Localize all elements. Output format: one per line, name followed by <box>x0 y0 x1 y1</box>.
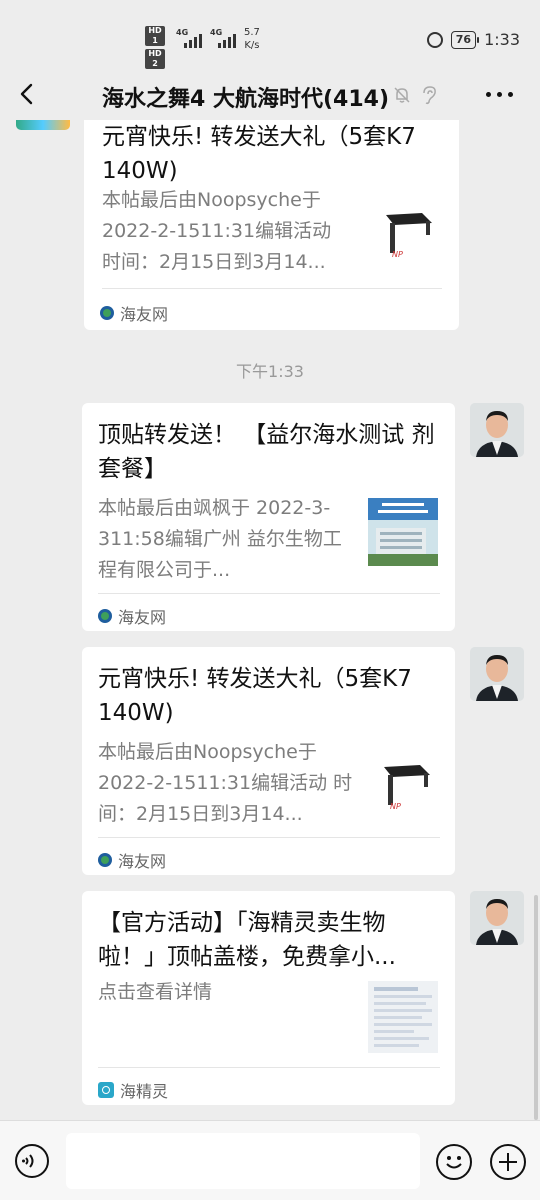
lamp-image: NP <box>384 765 430 811</box>
message-title: 【官方活动】「海精灵卖生物 啦！」顶帖盖楼，免费拿小... <box>98 910 396 970</box>
message-desc: 本帖最后由Noopsyche于 2022-2-1511:31编辑活动 时间：2月… <box>98 741 353 825</box>
source-label: 海友网 <box>120 305 169 324</box>
signal-indicators: 4G 4G <box>176 28 238 48</box>
avatar[interactable] <box>470 891 524 945</box>
svg-text:NP: NP <box>390 802 401 811</box>
haijingling-logo-icon <box>98 1082 114 1098</box>
title-bar: 海水之舞4 大航海时代(414) <box>0 70 540 120</box>
message-source: 海友网 <box>100 301 168 325</box>
emoji-icon[interactable] <box>436 1144 472 1180</box>
ear-icon <box>423 86 436 105</box>
svg-text:NP: NP <box>392 250 403 259</box>
lamp-image: NP <box>386 213 432 259</box>
battery-level: 76 <box>455 32 472 46</box>
source-label: 海精灵 <box>120 1082 169 1101</box>
back-icon[interactable] <box>14 80 42 108</box>
signal-icon: 4G <box>176 28 204 48</box>
haiyou-logo-icon <box>100 306 114 320</box>
message-desc: 点击查看详情 <box>98 981 213 1003</box>
building-image <box>368 498 438 566</box>
hd-indicator: HD 1 HD 2 <box>145 26 165 72</box>
alarm-icon <box>426 31 443 48</box>
message-card[interactable]: 【官方活动】「海精灵卖生物 啦！」顶帖盖楼，免费拿小... 点击查看详情 海精灵 <box>82 891 455 1105</box>
status-bar: HD 1 HD 2 4G 4G 5.7 K/s 76 1:33 <box>0 0 540 70</box>
avatar[interactable] <box>470 647 524 701</box>
message-card[interactable]: 元宵快乐! 转发送大礼（5套K7 140W) 本帖最后由Noopsyche于 2… <box>84 120 459 330</box>
source-label: 海友网 <box>118 608 167 627</box>
hd2-label: HD 2 <box>145 49 165 69</box>
avatar[interactable] <box>16 120 70 130</box>
plus-icon[interactable] <box>490 1144 526 1180</box>
chat-area[interactable]: 元宵快乐! 转发送大礼（5套K7 140W) 本帖最后由Noopsyche于 2… <box>0 120 540 1120</box>
voice-icon[interactable] <box>15 1144 49 1178</box>
source-label: 海友网 <box>118 852 167 871</box>
timestamp: 下午1:33 <box>236 362 304 381</box>
haiyou-logo-icon <box>98 609 112 623</box>
scrollbar[interactable] <box>534 895 538 1120</box>
message-title: 元宵快乐! 转发送大礼（5套K7 140W) <box>102 124 416 184</box>
chat-title: 海水之舞4 大航海时代(414) <box>102 87 389 112</box>
message-desc: 本帖最后由飒枫于 2022-3-311:58编辑广州 益尔生物工程有限公司于..… <box>98 497 342 581</box>
message-source: 海精灵 <box>98 1078 168 1102</box>
message-card[interactable]: 元宵快乐! 转发送大礼（5套K7 140W) 本帖最后由Noopsyche于 2… <box>82 647 455 875</box>
battery-icon: 76 <box>450 30 480 49</box>
mute-icon <box>394 87 410 103</box>
hd1-label: HD 1 <box>145 26 165 46</box>
message-source: 海友网 <box>98 848 166 872</box>
speed-value: 5.7 <box>244 27 260 38</box>
message-source: 海友网 <box>98 604 166 628</box>
input-bar <box>0 1120 540 1200</box>
message-desc: 本帖最后由Noopsyche于 2022-2-1511:31编辑活动 时间：2月… <box>102 189 332 273</box>
signal-icon: 4G <box>210 28 238 48</box>
network-speed: 5.7 K/s <box>244 26 260 52</box>
message-input[interactable] <box>66 1133 420 1189</box>
clock: 1:33 <box>484 30 520 49</box>
speed-unit: K/s <box>244 40 260 51</box>
message-card[interactable]: 顶贴转发送！ 【益尔海水测试 剂套餐】 本帖最后由飒枫于 2022-3-311:… <box>82 403 455 631</box>
message-title: 元宵快乐! 转发送大礼（5套K7 140W) <box>98 666 412 726</box>
haiyou-logo-icon <box>98 853 112 867</box>
document-image <box>368 981 438 1053</box>
more-icon[interactable] <box>486 92 513 97</box>
avatar[interactable] <box>470 403 524 457</box>
message-title: 顶贴转发送！ 【益尔海水测试 剂套餐】 <box>98 422 435 482</box>
